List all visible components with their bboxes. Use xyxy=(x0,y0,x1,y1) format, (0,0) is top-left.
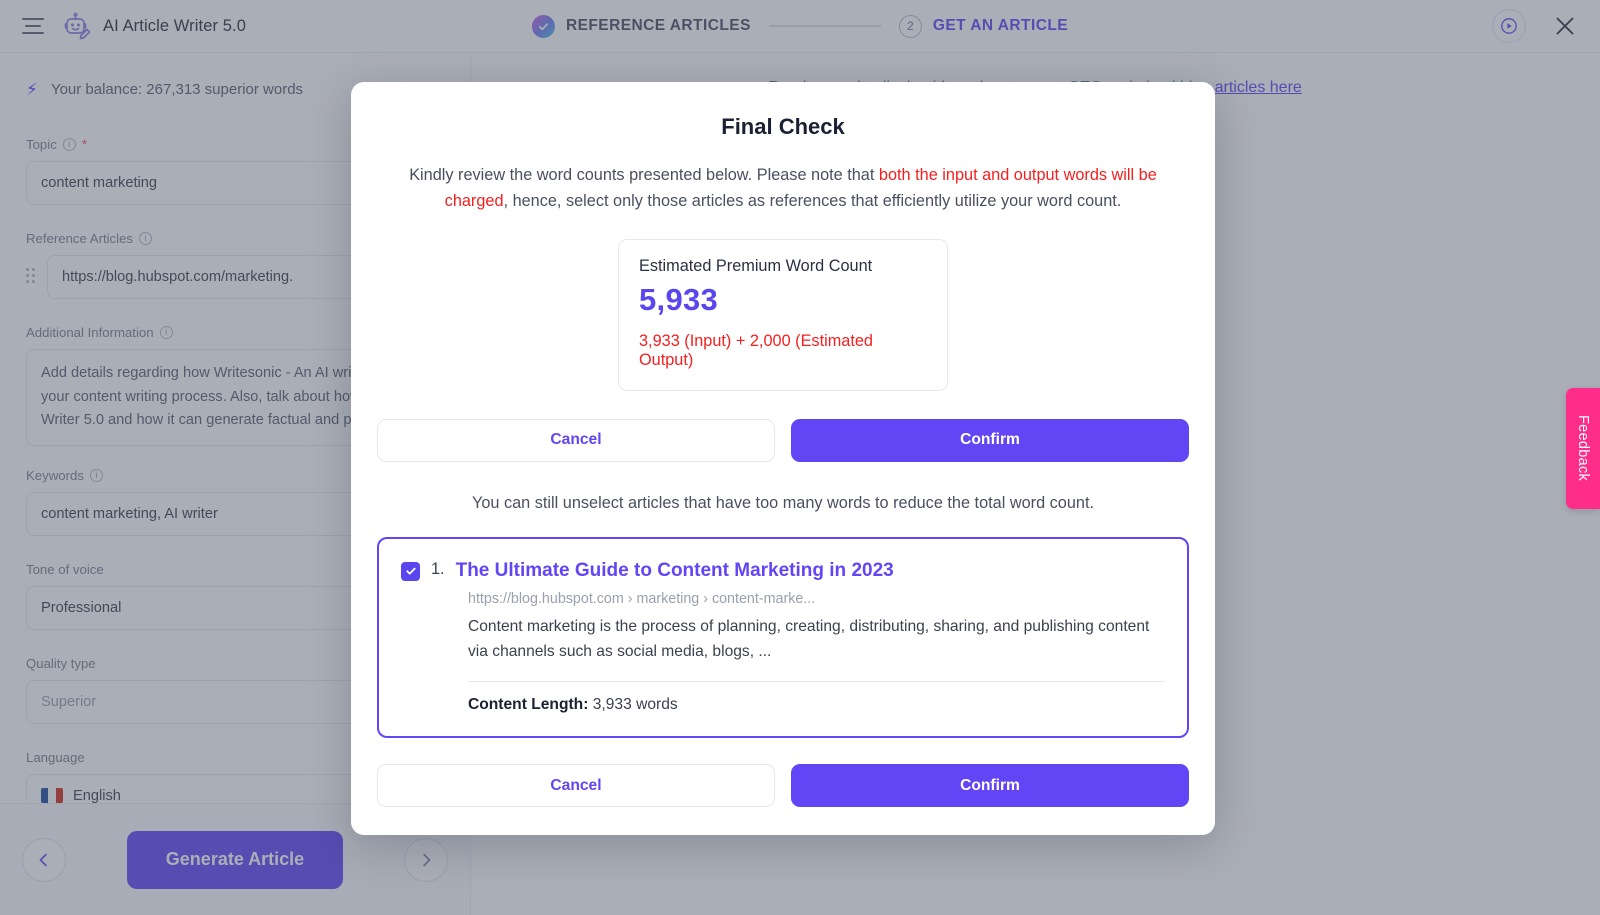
article-url: https://blog.hubspot.com › marketing › c… xyxy=(468,590,816,607)
word-count-breakdown: 3,933 (Input) + 2,000 (Estimated Output) xyxy=(639,331,873,369)
word-count-label: Estimated Premium Word Count xyxy=(639,256,873,275)
word-count-value: 5,933 xyxy=(639,281,719,317)
article-length-label: Content Length: xyxy=(468,696,589,714)
article-divider xyxy=(468,681,1165,683)
article-title[interactable]: The Ultimate Guide to Content Marketing … xyxy=(456,559,894,582)
final-check-modal: Final Check Kindly review the word count… xyxy=(351,82,1215,836)
article-snippet: Content marketing is the process of plan… xyxy=(468,617,1150,660)
article-result-card[interactable]: 1. The Ultimate Guide to Content Marketi… xyxy=(377,536,1189,739)
confirm-button-top[interactable]: Confirm xyxy=(791,418,1189,462)
app-root: AI Article Writer 5.0 REFERENCE ARTICLES… xyxy=(0,0,1600,915)
article-index: 1. xyxy=(431,559,445,578)
article-length-value: 3,933 words xyxy=(592,696,678,714)
modal-description-part1: Kindly review the word counts presented … xyxy=(409,166,879,184)
article-checkbox[interactable] xyxy=(401,561,420,581)
article-length: Content Length: 3,933 words xyxy=(468,696,1165,714)
cancel-button-bottom[interactable]: Cancel xyxy=(377,764,775,808)
modal-description-part2: , hence, select only those articles as r… xyxy=(503,192,1122,211)
modal-title: Final Check xyxy=(721,114,845,139)
modal-actions-top: Cancel Confirm xyxy=(351,418,1215,462)
word-count-card: Estimated Premium Word Count 5,933 3,933… xyxy=(618,238,948,391)
feedback-tab-label: Feedback xyxy=(1575,415,1591,482)
feedback-tab[interactable]: Feedback xyxy=(1566,388,1600,509)
article-head: 1. The Ultimate Guide to Content Marketi… xyxy=(401,559,1165,582)
cancel-button-top[interactable]: Cancel xyxy=(377,418,775,462)
modal-actions-bottom: Cancel Confirm xyxy=(351,764,1215,808)
modal-description: Kindly review the word counts presented … xyxy=(351,162,1215,215)
unselect-hint: You can still unselect articles that hav… xyxy=(471,493,1095,512)
confirm-button-bottom[interactable]: Confirm xyxy=(791,764,1189,808)
